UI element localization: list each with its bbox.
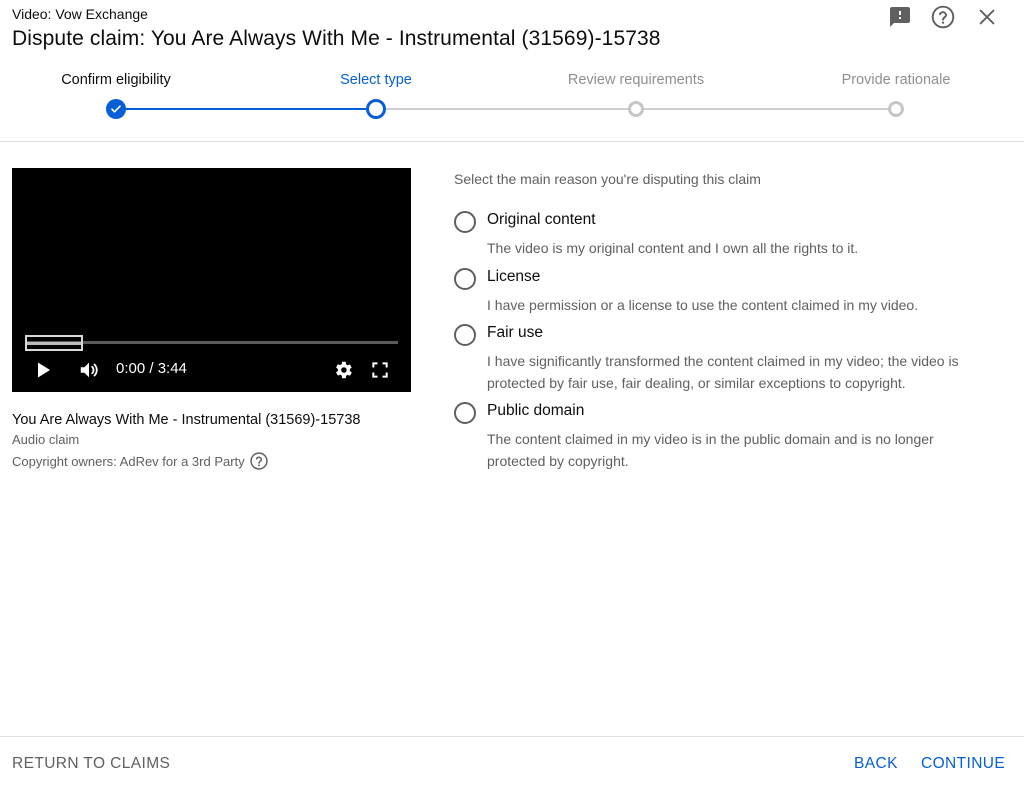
dialog-title: Dispute claim: You Are Always With Me - … xyxy=(12,27,661,50)
dialog-header: Video: Vow Exchange Dispute claim: You A… xyxy=(0,0,1024,142)
step-complete-check-icon xyxy=(106,99,126,119)
claim-title: You Are Always With Me - Instrumental (3… xyxy=(12,412,361,428)
owners-help-icon[interactable] xyxy=(249,451,269,471)
step-todo-dot xyxy=(628,101,644,117)
stepper-track-complete xyxy=(116,108,376,110)
feedback-icon[interactable] xyxy=(887,4,913,30)
close-icon[interactable] xyxy=(974,4,1000,30)
video-player[interactable]: 0:00 / 3:44 xyxy=(12,168,411,392)
progress-scrubber[interactable] xyxy=(25,335,83,351)
option-label[interactable]: Fair use xyxy=(487,324,543,342)
option-description: I have permission or a license to use th… xyxy=(487,297,919,313)
return-to-claims-button[interactable]: RETURN TO CLAIMS xyxy=(12,755,170,773)
radio-public-domain[interactable] xyxy=(454,402,476,424)
option-description: I have significantly transformed the con… xyxy=(487,353,959,391)
time-readout: 0:00 / 3:44 xyxy=(116,360,187,377)
radio-original-content[interactable] xyxy=(454,211,476,233)
radio-license[interactable] xyxy=(454,268,476,290)
radio-fair-use[interactable] xyxy=(454,324,476,346)
option-original-content[interactable]: Original content The video is my origina… xyxy=(454,211,1014,261)
step-active-dot xyxy=(366,99,386,119)
copyright-owners: Copyright owners: AdRev for a 3rd Party xyxy=(12,451,269,471)
step-label-review-requirements: Review requirements xyxy=(567,72,705,88)
step-todo-dot xyxy=(888,101,904,117)
option-label[interactable]: License xyxy=(487,268,540,286)
back-button[interactable]: BACK xyxy=(854,755,898,773)
help-icon[interactable] xyxy=(930,4,956,30)
option-description: The video is my original content and I o… xyxy=(487,240,859,256)
play-icon[interactable] xyxy=(32,360,56,380)
volume-icon[interactable] xyxy=(76,359,102,381)
option-description: The content claimed in my video is in th… xyxy=(487,431,934,469)
step-label-confirm-eligibility: Confirm eligibility xyxy=(61,72,171,88)
settings-icon[interactable] xyxy=(331,359,355,381)
step-label-provide-rationale: Provide rationale xyxy=(841,72,951,88)
progress-stepper: Confirm eligibility Select type Review r… xyxy=(0,68,1024,128)
copyright-owners-text: Copyright owners: AdRev for a 3rd Party xyxy=(12,453,245,469)
option-label[interactable]: Original content xyxy=(487,211,596,229)
fullscreen-icon[interactable] xyxy=(368,359,392,381)
claim-type: Audio claim xyxy=(12,432,80,447)
dispute-prompt: Select the main reason you're disputing … xyxy=(454,171,761,187)
option-license[interactable]: License I have permission or a license t… xyxy=(454,268,1014,318)
video-label: Video: Vow Exchange xyxy=(12,6,148,22)
continue-button[interactable]: CONTINUE xyxy=(921,755,1005,773)
step-label-select-type: Select type xyxy=(340,72,412,88)
dialog-footer: RETURN TO CLAIMS BACK CONTINUE xyxy=(0,736,1024,786)
option-public-domain[interactable]: Public domain The content claimed in my … xyxy=(454,402,1014,474)
option-fair-use[interactable]: Fair use I have significantly transforme… xyxy=(454,324,1014,396)
option-label[interactable]: Public domain xyxy=(487,402,584,420)
